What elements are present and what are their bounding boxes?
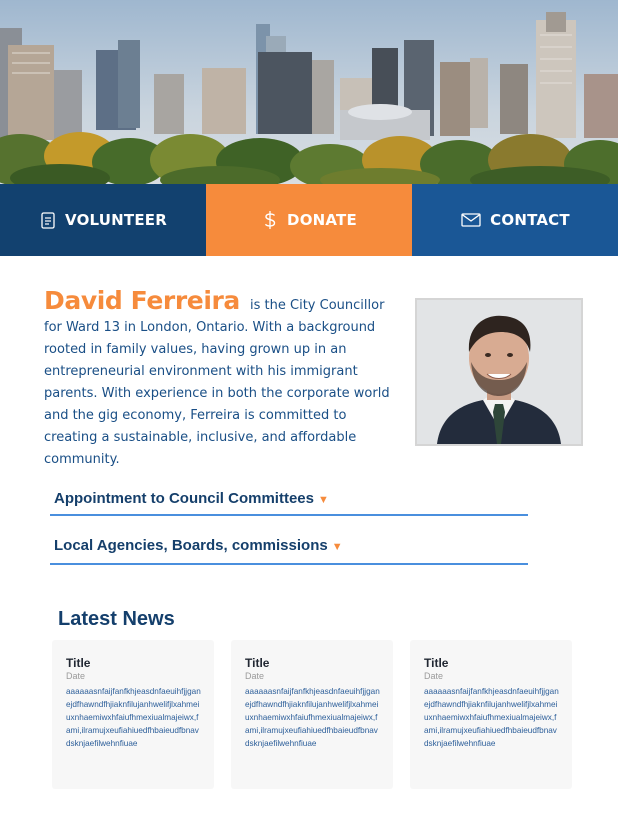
action-bar: VOLUNTEER DONATE CONTACT: [0, 184, 618, 256]
accordion-divider: [50, 514, 528, 516]
contact-button[interactable]: CONTACT: [412, 184, 618, 256]
donate-button[interactable]: DONATE: [206, 184, 412, 256]
city-skyline-banner: [0, 0, 618, 184]
councillor-name: David Ferreira: [44, 286, 240, 315]
news-card-body: aaaaaasnfaijfanfkhjeasdnfaeuihfjjganejdf…: [424, 687, 559, 748]
caret-down-icon: ▼: [331, 541, 343, 553]
councillor-portrait: [415, 298, 583, 446]
latest-news-heading: Latest News: [58, 608, 175, 630]
local-agencies-accordion[interactable]: Local Agencies, Boards, commissions ▼: [50, 537, 528, 565]
contact-label: CONTACT: [490, 211, 570, 229]
accordion-divider: [50, 563, 528, 565]
news-card-title: Title: [66, 656, 91, 670]
news-card[interactable]: Title Date aaaaaasnfaijfanfkhjeasdnfaeui…: [52, 640, 214, 789]
news-card-title: Title: [245, 656, 270, 670]
councillor-bio: David Ferreira is the City Councillor fo…: [44, 288, 400, 471]
dollar-icon: [261, 211, 279, 229]
news-card[interactable]: Title Date aaaaaasnfaijfanfkhjeasdnfaeui…: [410, 640, 572, 789]
caret-down-icon: ▼: [318, 494, 329, 506]
accordion-label: Appointment to Council Committees: [54, 490, 314, 507]
news-card-date: Date: [424, 671, 444, 681]
volunteer-label: VOLUNTEER: [65, 211, 167, 229]
donate-label: DONATE: [287, 211, 357, 229]
volunteer-button[interactable]: VOLUNTEER: [0, 184, 206, 256]
news-card-date: Date: [245, 671, 265, 681]
document-icon: [39, 211, 57, 229]
news-card-body: aaaaaasnfaijfanfkhjeasdnfaeuihfjjganejdf…: [66, 687, 201, 748]
news-card-date: Date: [66, 671, 86, 681]
news-card-body: aaaaaasnfaijfanfkhjeasdnfaeuihfjjganejdf…: [245, 687, 380, 748]
accordion-label: Local Agencies, Boards, commissions: [54, 537, 328, 554]
bio-text: is the City Councillor for Ward 13 in Lo…: [44, 298, 390, 467]
news-card-title: Title: [424, 656, 449, 670]
news-card[interactable]: Title Date aaaaaasnfaijfanfkhjeasdnfaeui…: [231, 640, 393, 789]
envelope-icon: [460, 211, 482, 229]
council-committees-accordion[interactable]: Appointment to Council Committees ▼: [50, 490, 528, 516]
